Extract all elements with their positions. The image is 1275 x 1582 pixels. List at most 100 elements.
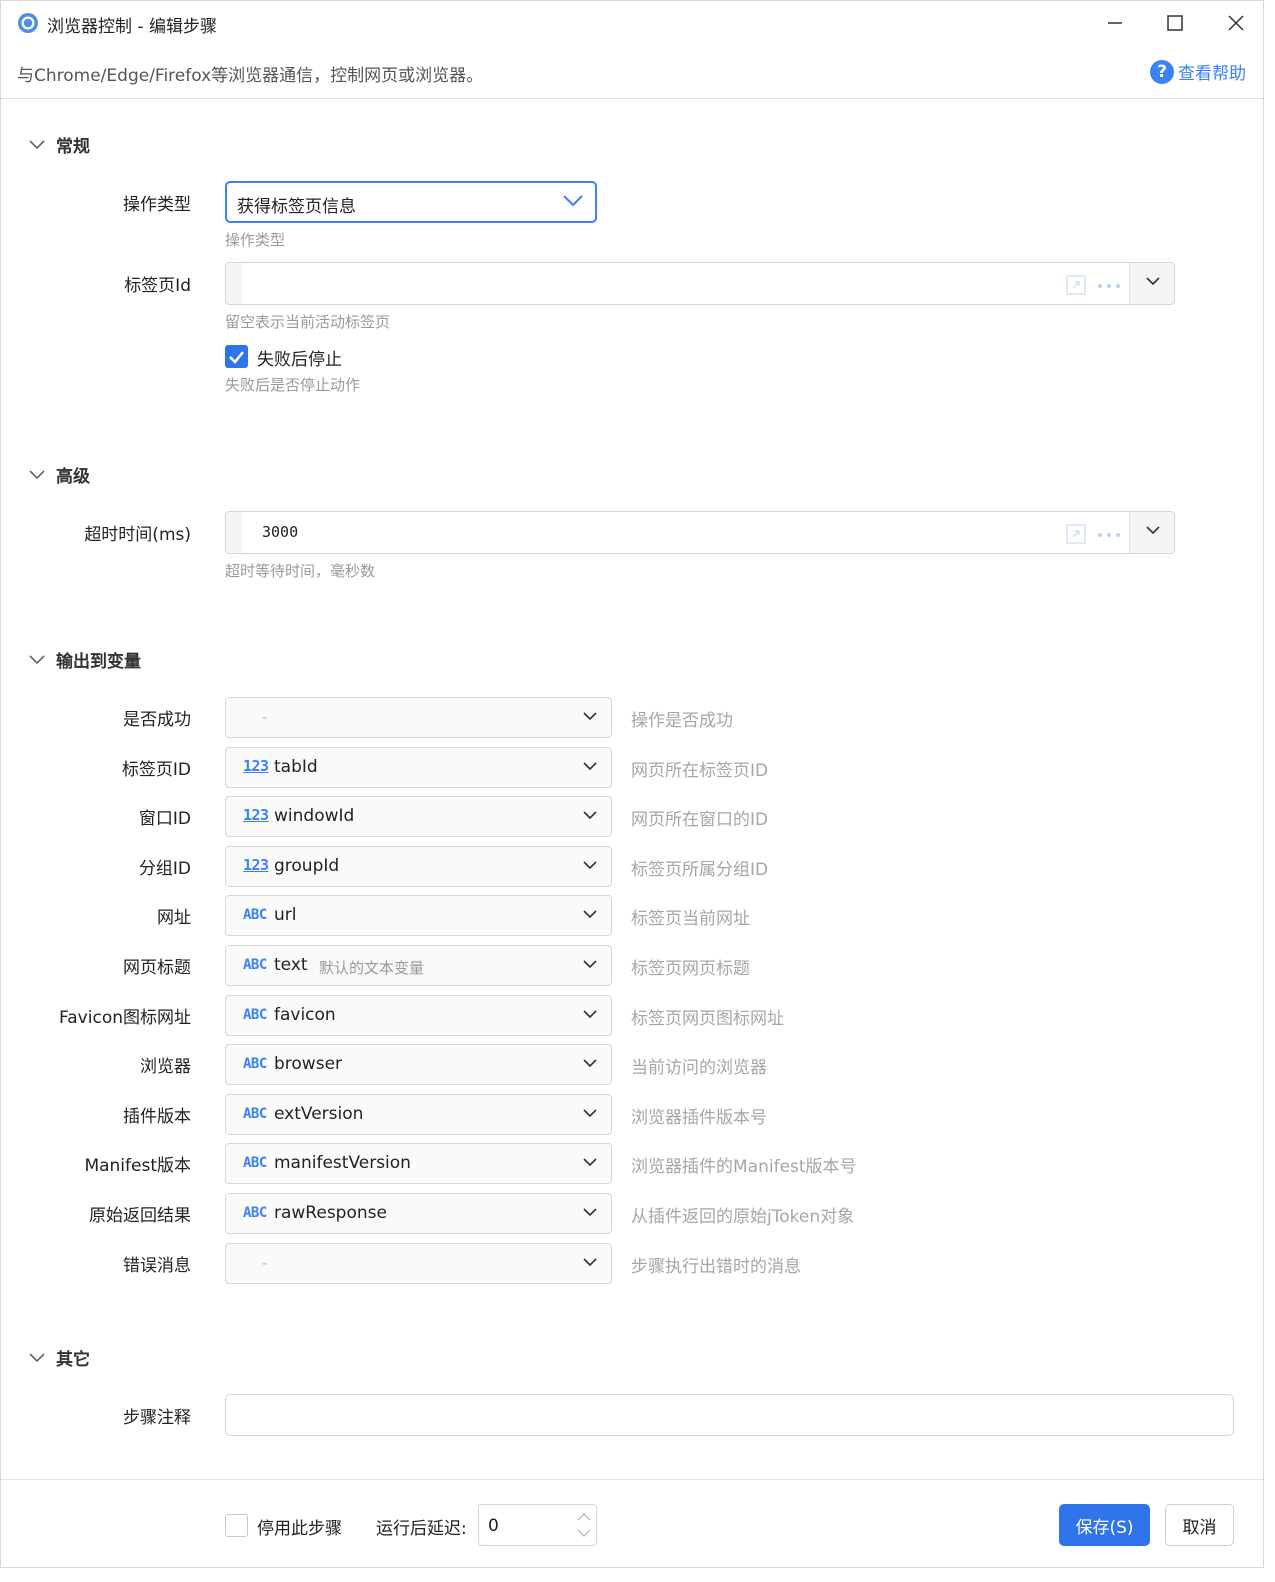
variable-name: extVersion — [274, 1104, 364, 1124]
maximize-button[interactable] — [1160, 9, 1190, 37]
stop-on-fail-label[interactable]: 失败后停止 — [257, 345, 342, 370]
output-row-description: 网页所在窗口的ID — [631, 810, 769, 830]
output-row-description: 步骤执行出错时的消息 — [631, 1257, 801, 1277]
output-variable-select[interactable]: ABC manifestVersion — [225, 1143, 612, 1184]
stop-on-fail-checkbox[interactable] — [225, 345, 248, 368]
timeout-label: 超时时间(ms) — [84, 525, 191, 545]
op-type-dropdown[interactable]: 获得标签页信息 — [225, 181, 597, 223]
note-input[interactable] — [225, 1394, 1234, 1436]
output-row-description: 标签页当前网址 — [631, 909, 750, 929]
chevron-down-icon — [27, 465, 47, 485]
expand-icon[interactable] — [1066, 275, 1086, 295]
section-advanced-title: 高级 — [56, 467, 90, 487]
output-variable-select[interactable]: ABC text 默认的文本变量 — [225, 945, 612, 986]
stepper-down-icon[interactable] — [577, 1528, 591, 1538]
output-variable-select[interactable]: 123 groupId — [225, 846, 612, 887]
save-button[interactable]: 保存(S) — [1059, 1504, 1150, 1546]
output-variable-select[interactable]: - — [225, 1243, 612, 1284]
expand-icon[interactable] — [1066, 524, 1086, 544]
section-advanced-header[interactable]: 高级 — [27, 462, 90, 487]
close-icon — [1228, 15, 1244, 31]
variable-name: url — [274, 905, 297, 925]
output-row-label: 是否成功 — [123, 710, 191, 730]
output-row-description: 从插件返回的原始jToken对象 — [631, 1207, 855, 1227]
tab-id-combo — [225, 262, 1175, 305]
chevron-down-icon — [583, 762, 597, 771]
dialog-window: 浏览器控制 - 编辑步骤 与Chrome/Edge/Firefox等浏览器通信，… — [0, 0, 1264, 1568]
output-row-label: 标签页ID — [121, 760, 191, 780]
maximize-icon — [1167, 15, 1183, 31]
output-row-label: 原始返回结果 — [89, 1206, 191, 1226]
section-output-header[interactable]: 输出到变量 — [27, 647, 141, 672]
chevron-down-icon — [583, 861, 597, 870]
output-row-description: 标签页所属分组ID — [631, 860, 769, 880]
description-bar: 与Chrome/Edge/Firefox等浏览器通信，控制网页或浏览器。 ? 查… — [1, 45, 1263, 99]
footer-bar: 停用此步骤 运行后延迟: 0 保存(S) 取消 — [1, 1479, 1263, 1567]
browser-app-icon — [18, 13, 38, 33]
output-row-description: 网页所在标签页ID — [631, 761, 769, 781]
timeout-input[interactable]: 3000 — [242, 512, 1130, 553]
output-row-description: 当前访问的浏览器 — [631, 1058, 767, 1078]
chevron-down-icon — [583, 960, 597, 969]
output-variable-select[interactable]: - — [225, 697, 612, 738]
chevron-down-icon[interactable] — [1146, 277, 1160, 287]
cancel-button[interactable]: 取消 — [1165, 1504, 1234, 1546]
output-variable-select[interactable]: 123 windowId — [225, 796, 612, 837]
variable-name: tabId — [274, 757, 318, 777]
timeout-combo: 3000 — [225, 511, 1175, 554]
output-variable-select[interactable]: 123 tabId — [225, 747, 612, 788]
minimize-button[interactable] — [1100, 9, 1130, 37]
disable-step-label[interactable]: 停用此步骤 — [257, 1514, 342, 1539]
chevron-down-icon — [563, 195, 583, 207]
text-type-icon: ABC — [243, 1106, 267, 1122]
chevron-down-icon — [27, 135, 47, 155]
section-general-header[interactable]: 常规 — [27, 132, 90, 157]
chevron-down-icon — [583, 1158, 597, 1167]
section-other-header[interactable]: 其它 — [27, 1345, 90, 1370]
output-row-label: 窗口ID — [138, 809, 191, 829]
output-row-label: Manifest版本 — [84, 1156, 191, 1176]
chevron-down-icon[interactable] — [1146, 526, 1160, 536]
help-link[interactable]: ? 查看帮助 — [1150, 59, 1246, 84]
section-general-title: 常规 — [56, 137, 90, 157]
output-row-label: 网页标题 — [123, 958, 191, 978]
output-variable-select[interactable]: ABC extVersion — [225, 1094, 612, 1135]
output-variable-select[interactable]: ABC url — [225, 895, 612, 936]
output-variable-select[interactable]: ABC favicon — [225, 995, 612, 1036]
output-row-label: 网址 — [157, 908, 191, 928]
chevron-down-icon — [583, 1109, 597, 1118]
delay-label: 运行后延迟: — [376, 1519, 467, 1539]
delay-stepper[interactable]: 0 — [478, 1504, 597, 1546]
variable-name: manifestVersion — [274, 1153, 411, 1173]
more-icon[interactable] — [1096, 275, 1122, 295]
empty-variable-placeholder: - — [262, 708, 268, 726]
output-row-description: 标签页网页标题 — [631, 959, 750, 979]
output-row-label: 浏览器 — [140, 1057, 191, 1077]
output-row-description: 浏览器插件版本号 — [631, 1108, 767, 1128]
close-button[interactable] — [1221, 9, 1251, 37]
op-type-label: 操作类型 — [123, 195, 191, 215]
help-label: 查看帮助 — [1178, 64, 1246, 84]
help-icon: ? — [1150, 59, 1174, 84]
chevron-down-icon — [583, 1258, 597, 1267]
output-variable-select[interactable]: ABC rawResponse — [225, 1193, 612, 1234]
number-type-icon: 123 — [243, 806, 269, 824]
text-type-icon: ABC — [243, 1205, 267, 1221]
window-title: 浏览器控制 - 编辑步骤 — [47, 17, 217, 37]
disable-step-checkbox[interactable] — [225, 1514, 248, 1537]
variable-name: groupId — [274, 856, 340, 876]
title-bar: 浏览器控制 - 编辑步骤 — [1, 1, 1263, 45]
chevron-down-icon — [583, 910, 597, 919]
output-variable-select[interactable]: ABC browser — [225, 1044, 612, 1085]
chevron-down-icon — [27, 1348, 47, 1368]
chevron-down-icon — [583, 811, 597, 820]
tab-id-input[interactable] — [242, 263, 1130, 304]
section-output-title: 输出到变量 — [56, 652, 141, 672]
output-row-label: 分组ID — [138, 859, 191, 879]
stepper-up-icon[interactable] — [577, 1512, 591, 1522]
chevron-down-icon — [27, 650, 47, 670]
output-row-label: Favicon图标网址 — [59, 1008, 191, 1028]
timeout-hint: 超时等待时间，毫秒数 — [225, 562, 376, 580]
checkmark-icon — [229, 351, 244, 364]
more-icon[interactable] — [1096, 524, 1122, 544]
